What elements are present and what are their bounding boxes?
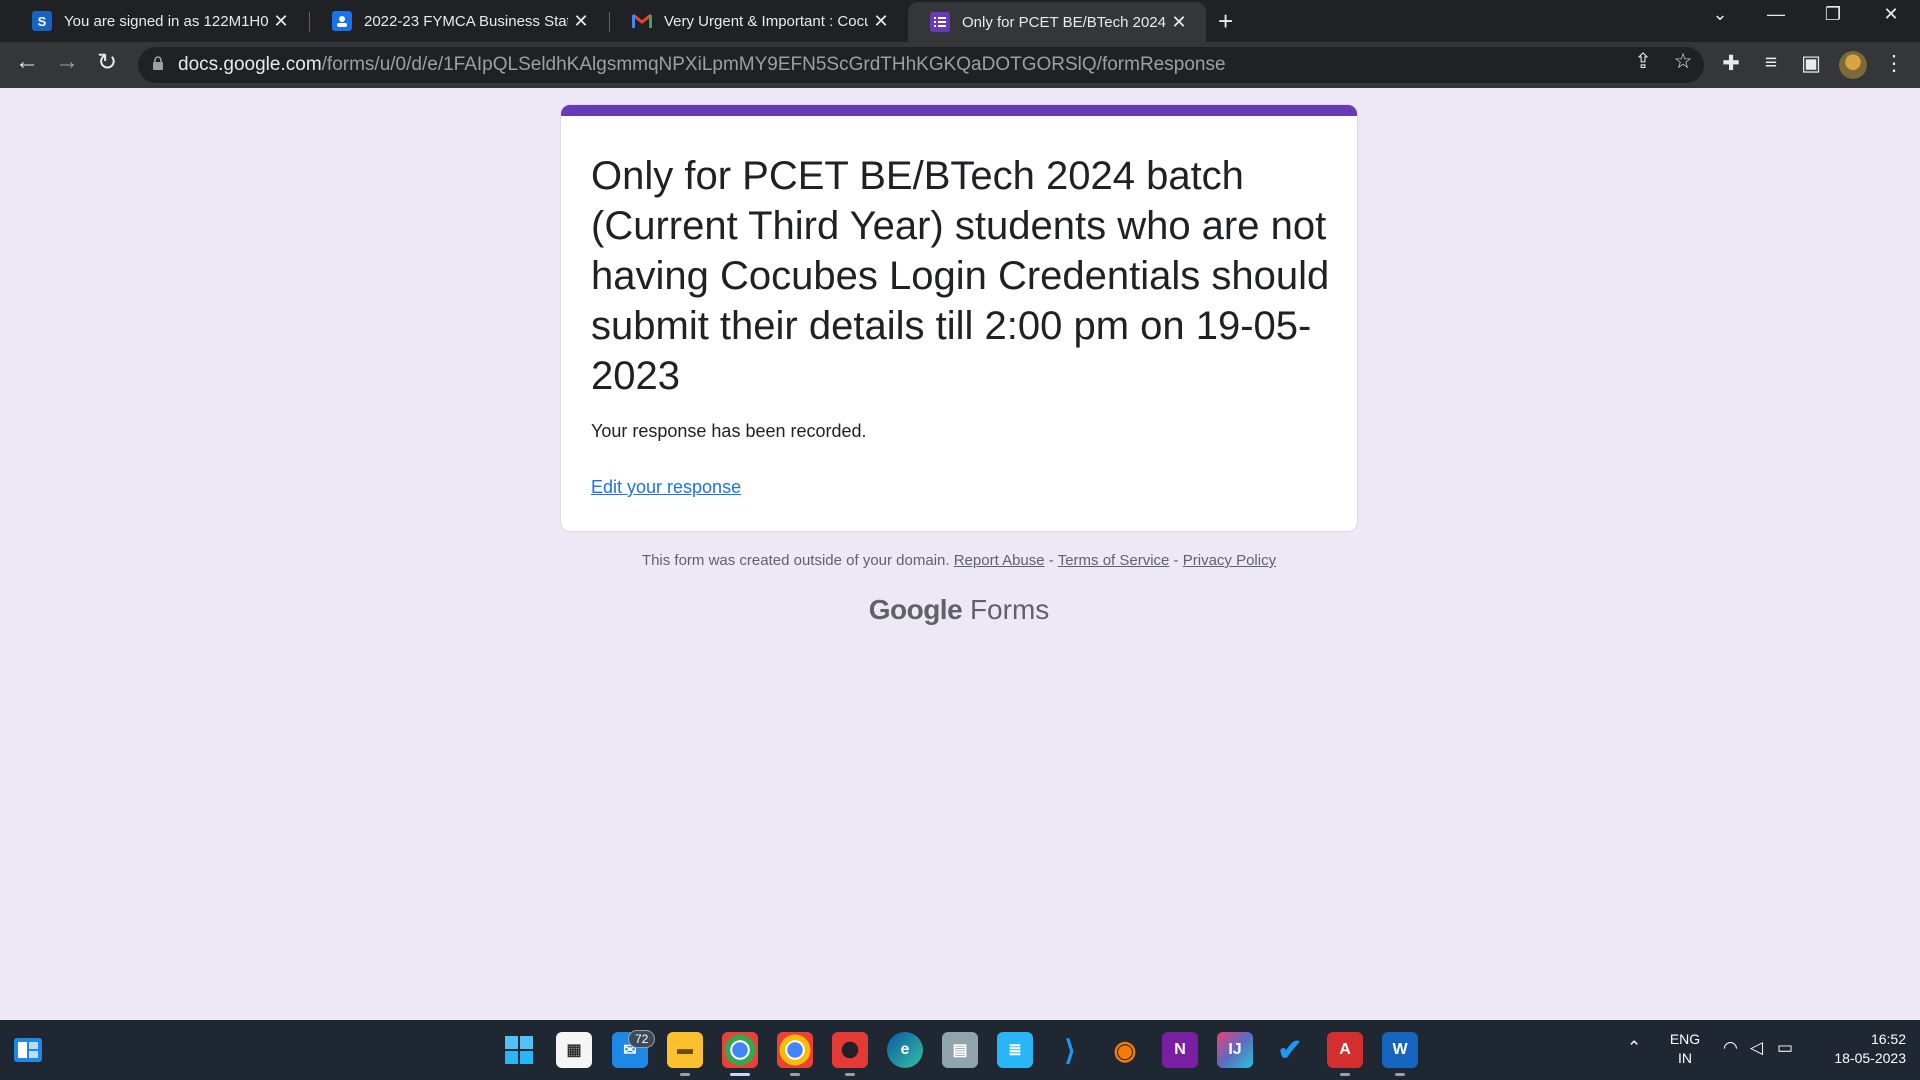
tab-strip: S You are signed in as 122M1H044 ✕ 2022-… [0, 0, 1920, 42]
tab-favicon-classroom-icon [332, 11, 352, 31]
tab-signed-in[interactable]: S You are signed in as 122M1H044 ✕ [10, 4, 308, 38]
edit-response-link[interactable]: Edit your response [591, 477, 741, 498]
mail-unread-badge: 72 [628, 1030, 656, 1048]
side-panel-icon[interactable]: ▣ [1796, 51, 1826, 76]
clock[interactable]: 16:52 18-05-2023 [1800, 1030, 1906, 1068]
url-host: docs.google.com [178, 54, 322, 75]
notepad-icon[interactable]: ≣ [997, 1032, 1033, 1068]
close-tab-icon[interactable]: ✕ [268, 11, 294, 32]
browser-toolbar: ← → ↻ docs.google.com/forms/u/0/d/e/1FAI… [0, 42, 1920, 88]
tab-title: You are signed in as 122M1H044 [64, 12, 268, 30]
close-tab-icon[interactable]: ✕ [1166, 12, 1192, 33]
word-icon[interactable]: W [1382, 1032, 1418, 1076]
acrobat-icon[interactable]: A [1327, 1032, 1363, 1076]
edge-icon[interactable]: e [887, 1032, 923, 1068]
profile-avatar[interactable] [1839, 51, 1867, 79]
bookmark-star-icon[interactable]: ☆ [1668, 49, 1698, 74]
tab-favicon-s-icon: S [32, 11, 52, 31]
file-explorer-icon[interactable]: ▬ [667, 1032, 703, 1076]
back-arrow-icon[interactable]: ← [9, 48, 45, 76]
close-tab-icon[interactable]: ✕ [568, 11, 594, 32]
lock-icon [153, 56, 163, 70]
widgets-icon[interactable] [10, 1032, 46, 1068]
close-tab-icon[interactable]: ✕ [868, 11, 894, 32]
tab-search-chevron-icon[interactable]: ⌄ [1700, 4, 1740, 25]
windows-taskbar: ▦ ✉ ▬ e ▤ ≣ ⟩ ◉ N IJ ✔ A W ⌃ ◠ ◁ ▭ [0, 1020, 1920, 1080]
wifi-icon[interactable]: ◠ [1723, 1038, 1738, 1058]
clock-time: 16:52 [1870, 1031, 1906, 1047]
tab-gmail[interactable]: Very Urgent & Important : Cocub ✕ [610, 4, 908, 38]
volume-icon[interactable]: ◁ [1750, 1038, 1763, 1058]
battery-icon[interactable]: ▭ [1777, 1038, 1793, 1058]
intellij-icon[interactable]: IJ [1217, 1032, 1253, 1068]
gmail-icon [632, 11, 652, 31]
forward-arrow-icon[interactable]: → [49, 48, 85, 76]
todo-check-icon[interactable]: ✔ [1272, 1032, 1308, 1068]
card-accent-bar [561, 105, 1357, 116]
footer-domain-text: This form was created outside of your do… [641, 552, 950, 569]
tab-title: Only for PCET BE/BTech 2024 bat [962, 13, 1166, 31]
lang-code: ENG [1669, 1031, 1701, 1047]
close-window-icon[interactable]: ✕ [1871, 4, 1911, 25]
footer-separator: - [1044, 552, 1058, 569]
media-queue-icon[interactable]: ≡ [1756, 51, 1786, 75]
new-tab-plus-icon[interactable]: + [1218, 6, 1233, 37]
share-icon[interactable]: ⇪ [1628, 49, 1658, 74]
input-language-indicator[interactable]: ENG IN [1660, 1030, 1710, 1068]
chrome-profile-icon[interactable] [777, 1032, 813, 1076]
url-text: docs.google.com/forms/u/0/d/e/1FAIpQLSel… [178, 54, 1226, 76]
presentation-app-icon[interactable]: ▤ [942, 1032, 978, 1068]
form-title: Only for PCET BE/BTech 2024 batch (Curre… [591, 154, 1330, 398]
reload-icon[interactable]: ↻ [89, 48, 125, 77]
onenote-icon[interactable]: N [1162, 1032, 1198, 1068]
chrome-menu-icon[interactable]: ⋮ [1879, 51, 1909, 76]
privacy-policy-link[interactable]: Privacy Policy [1183, 552, 1276, 569]
tray-overflow-chevron-icon[interactable]: ⌃ [1627, 1038, 1641, 1058]
opera-icon[interactable] [832, 1032, 868, 1076]
brand-google: Google [868, 594, 963, 625]
lang-region: IN [1678, 1050, 1692, 1066]
address-bar[interactable]: docs.google.com/forms/u/0/d/e/1FAIpQLSel… [138, 47, 1704, 83]
minimize-icon[interactable]: — [1756, 4, 1796, 25]
vscode-icon[interactable]: ⟩ [1052, 1032, 1088, 1068]
tab-title: Very Urgent & Important : Cocub [664, 12, 868, 30]
google-forms-logo[interactable]: Google Forms [560, 594, 1358, 626]
url-path: /forms/u/0/d/e/1FAIpQLSeldhKAlgsmmqNPXiL… [321, 54, 1226, 75]
footer-separator: - [1169, 552, 1183, 569]
chrome-icon[interactable] [722, 1032, 758, 1076]
microsoft-store-icon[interactable]: ▦ [556, 1032, 592, 1068]
terms-of-service-link[interactable]: Terms of Service [1058, 552, 1170, 569]
clock-date: 18-05-2023 [1834, 1050, 1906, 1066]
windows-start-icon[interactable] [501, 1032, 537, 1068]
restore-icon[interactable]: ❐ [1813, 4, 1853, 25]
google-forms-icon [930, 12, 950, 32]
form-footer: This form was created outside of your do… [560, 552, 1358, 569]
tab-title: 2022-23 FYMCA Business Statistic [364, 12, 568, 30]
extensions-puzzle-icon[interactable]: ✚ [1716, 51, 1746, 76]
report-abuse-link[interactable]: Report Abuse [954, 552, 1045, 569]
brand-forms: Forms [969, 594, 1050, 625]
tab-fymca-statistics[interactable]: 2022-23 FYMCA Business Statistic ✕ [310, 4, 608, 38]
tab-google-form-active[interactable]: Only for PCET BE/BTech 2024 bat ✕ [908, 2, 1206, 42]
form-confirmation-card: Only for PCET BE/BTech 2024 batch (Curre… [560, 104, 1358, 532]
blender-icon[interactable]: ◉ [1107, 1032, 1143, 1068]
confirmation-message: Your response has been recorded. [591, 421, 867, 441]
